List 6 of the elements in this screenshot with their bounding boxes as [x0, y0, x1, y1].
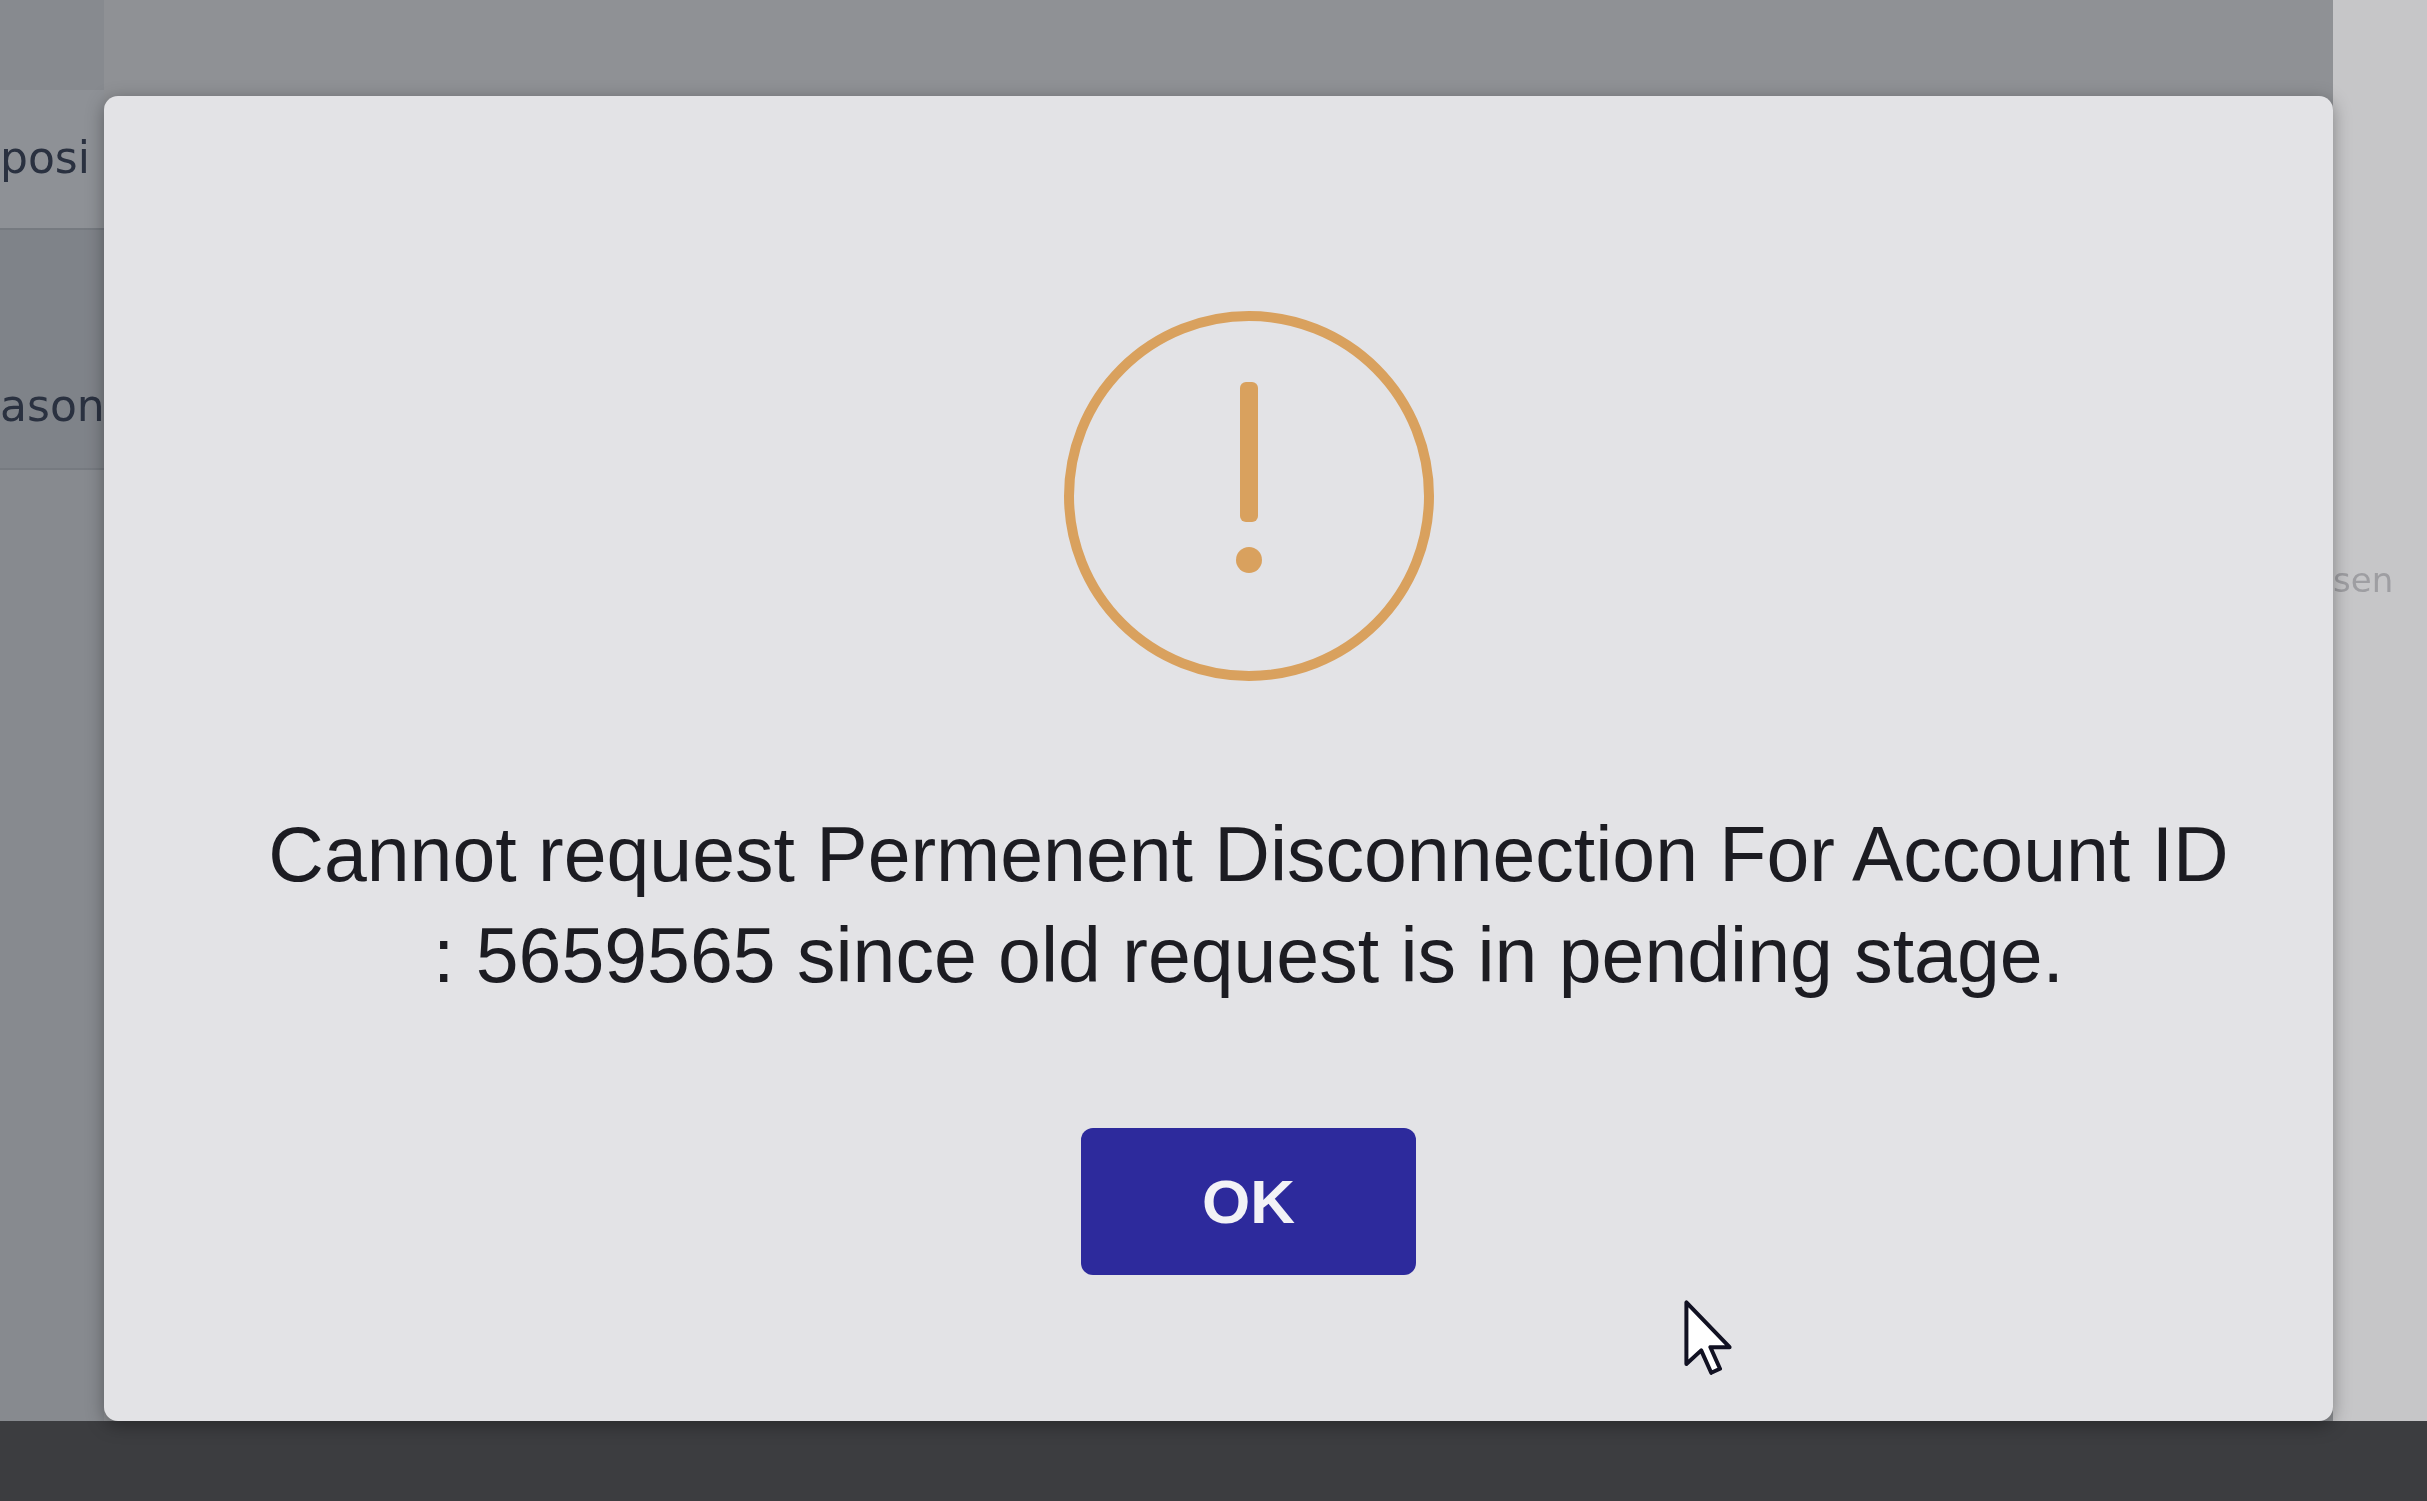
warning-icon	[1062, 310, 1435, 682]
dialog-message: Cannot request Permenent Disconnection For Account ID : 5659565 since old request is in pending stage.	[267, 810, 2230, 1000]
ok-button[interactable]: OK	[1081, 1128, 1416, 1275]
field-label: posi	[0, 132, 90, 185]
field-label: ason	[0, 380, 105, 432]
cursor-icon	[1684, 1300, 1732, 1376]
